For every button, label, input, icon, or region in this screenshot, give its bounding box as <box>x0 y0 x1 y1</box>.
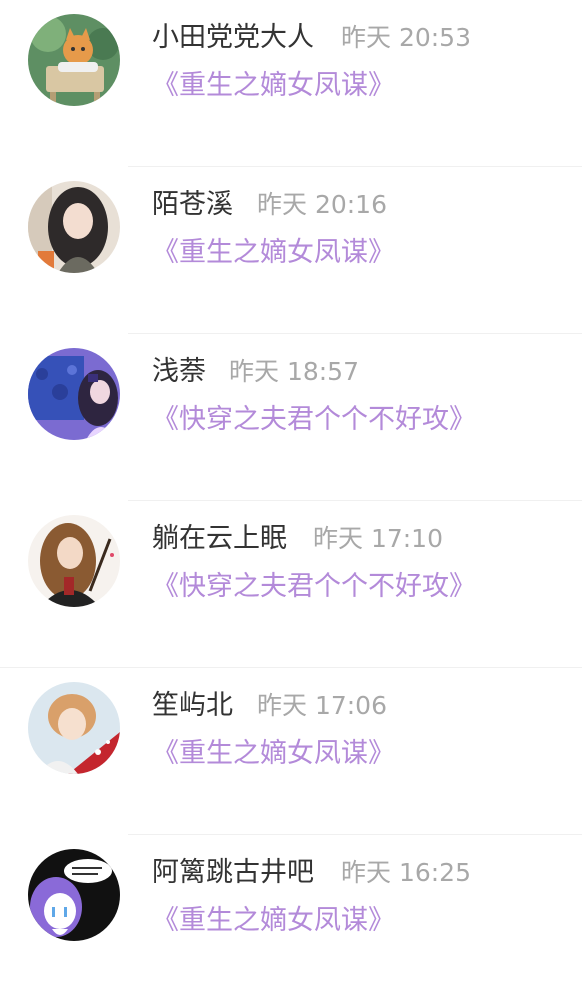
book-link[interactable]: 《重生之嫡女凤谋》 <box>152 66 395 106</box>
list-item[interactable]: 躺在云上眠 昨天 17:10 《快穿之夫君个个不好攻》 <box>0 501 582 668</box>
avatar[interactable] <box>28 348 120 440</box>
book-link[interactable]: 《重生之嫡女凤谋》 <box>152 233 395 273</box>
avatar[interactable] <box>28 682 120 774</box>
comment-time: 昨天 20:16 <box>257 190 387 219</box>
avatar-wizard-girl-icon <box>28 515 120 607</box>
commenter-name[interactable]: 阿篱跳古井吧 <box>152 853 314 893</box>
book-link[interactable]: 《重生之嫡女凤谋》 <box>152 901 395 941</box>
avatar-girl-dark-hair-icon <box>28 181 120 273</box>
book-link[interactable]: 《快穿之夫君个个不好攻》 <box>152 567 476 607</box>
comment-time: 昨天 20:53 <box>341 23 471 52</box>
list-item[interactable]: 笙屿北 昨天 17:06 《重生之嫡女凤谋》 <box>0 668 582 835</box>
avatar-cat-icon <box>28 14 120 106</box>
commenter-name[interactable]: 小田党党大人 <box>152 18 314 58</box>
book-link[interactable]: 《重生之嫡女凤谋》 <box>152 734 395 774</box>
comment-time: 昨天 17:06 <box>257 691 387 720</box>
avatar[interactable] <box>28 515 120 607</box>
avatar-cartoon-crying-icon <box>28 849 120 941</box>
list-item[interactable]: 小田党党大人 昨天 20:53 《重生之嫡女凤谋》 <box>0 0 582 167</box>
avatar-boy-red-scarf-icon <box>28 682 120 774</box>
avatar[interactable] <box>28 849 120 941</box>
comment-time: 昨天 18:57 <box>229 357 359 386</box>
avatar[interactable] <box>28 14 120 106</box>
commenter-name[interactable]: 笙屿北 <box>152 686 233 726</box>
list-item[interactable]: 陌苍溪 昨天 20:16 《重生之嫡女凤谋》 <box>0 167 582 334</box>
comment-time: 昨天 17:10 <box>313 524 443 553</box>
commenter-name[interactable]: 陌苍溪 <box>152 185 233 225</box>
list-item[interactable]: 浅萘 昨天 18:57 《快穿之夫君个个不好攻》 <box>0 334 582 501</box>
commenter-name[interactable]: 浅萘 <box>152 352 206 392</box>
comment-time: 昨天 16:25 <box>341 858 471 887</box>
book-link[interactable]: 《快穿之夫君个个不好攻》 <box>152 400 476 440</box>
avatar-painting-girl-icon <box>28 348 120 440</box>
avatar[interactable] <box>28 181 120 273</box>
commenter-name[interactable]: 躺在云上眠 <box>152 519 287 559</box>
list-item[interactable]: 阿篱跳古井吧 昨天 16:25 《重生之嫡女凤谋》 <box>0 835 582 1002</box>
comment-list: 小田党党大人 昨天 20:53 《重生之嫡女凤谋》 陌苍溪 昨天 20:16 《… <box>0 0 582 959</box>
